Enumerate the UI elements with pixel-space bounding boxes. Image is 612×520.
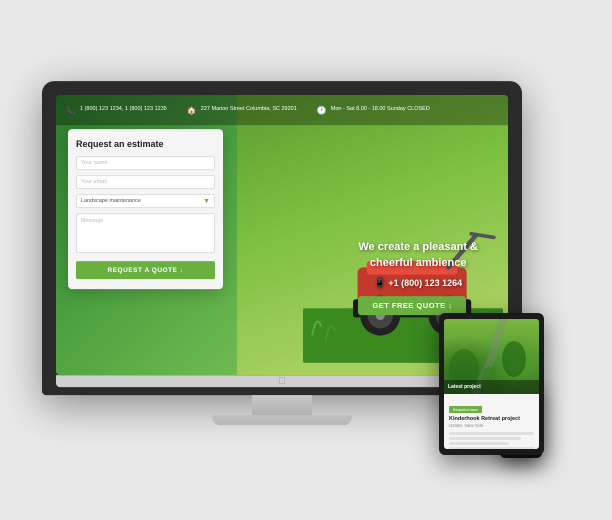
imac-base: [212, 415, 352, 425]
tablet-line-4: [449, 447, 534, 449]
apple-logo-icon: : [278, 376, 286, 387]
tablet-overlay-title: Latest project: [448, 384, 535, 390]
tablet-line-3: [449, 442, 509, 445]
form-title: Request an estimate: [76, 139, 215, 149]
select-arrow-icon: ▼: [203, 198, 210, 205]
phone-icon: 📞: [66, 106, 76, 115]
clock-icon: 🕐: [317, 106, 327, 115]
get-free-quote-label: GET FREE QUOTE ↓: [372, 301, 452, 310]
tablet-device: Latest project Beautiful lawn Kinderhook…: [439, 313, 544, 455]
request-quote-label: REQUEST A QUOTE ↓: [108, 267, 184, 274]
request-quote-button[interactable]: REQUEST A QUOTE ↓: [76, 261, 215, 279]
name-placeholder: Your name: [81, 160, 107, 166]
tablet-image-top: Latest project: [444, 319, 539, 394]
tablet-project-title: Kinderhook Retreat project: [449, 416, 534, 422]
email-placeholder: Your email: [81, 179, 107, 185]
tablet-content: Beautiful lawn Kinderhook Retreat projec…: [444, 394, 539, 449]
nav-phone-text: 1 (800) 123 1234, 1 (800) 123 1235: [80, 107, 167, 114]
tablet-screen: Latest project Beautiful lawn Kinderhook…: [444, 319, 539, 449]
tablet-badge: Beautiful lawn: [449, 406, 482, 413]
form-email-field[interactable]: Your email: [76, 175, 215, 189]
phone-icon-overlay: 📱: [374, 277, 385, 288]
nav-hours: 🕐 Mon - Sat 8.00 - 18.00 Sunday CLOSED: [317, 106, 430, 115]
overlay-content: We create a pleasant &cheerful ambience …: [358, 240, 478, 315]
imac-neck: [252, 395, 312, 415]
nav-hours-text: Mon - Sat 8.00 - 18.00 Sunday CLOSED: [331, 107, 430, 114]
form-panel: Request an estimate Your name Your email…: [68, 129, 223, 289]
message-placeholder: Message: [81, 218, 103, 224]
scene: 📞 1 (800) 123 1234, 1 (800) 123 1235 🏠 2…: [0, 0, 612, 520]
form-service-select[interactable]: Landscape maintenance ▼: [76, 194, 215, 208]
tablet-line-2: [449, 437, 521, 440]
nav-address-text: 227 Marion Street Columbia, SC 29201: [201, 107, 297, 114]
overlay-phone-number: +1 (800) 123 1264: [388, 278, 462, 288]
service-placeholder: Landscape maintenance: [81, 198, 141, 204]
tablet-line-1: [449, 432, 534, 435]
tablet-overlay: Latest project: [444, 380, 539, 394]
overlay-tagline: We create a pleasant &cheerful ambience: [358, 240, 478, 271]
form-message-textarea[interactable]: Message: [76, 213, 215, 253]
address-icon: 🏠: [187, 106, 197, 115]
tablet-project-location: Ustate, New York: [449, 423, 534, 428]
site-nav: 📞 1 (800) 123 1234, 1 (800) 123 1235 🏠 2…: [56, 95, 508, 125]
nav-address: 🏠 227 Marion Street Columbia, SC 29201: [187, 106, 297, 115]
form-name-field[interactable]: Your name: [76, 156, 215, 170]
tablet-outer: Latest project Beautiful lawn Kinderhook…: [439, 313, 544, 455]
overlay-phone: 📱 +1 (800) 123 1264: [358, 277, 478, 288]
nav-phone: 📞 1 (800) 123 1234, 1 (800) 123 1235: [66, 106, 167, 115]
tablet-text-lines: [449, 432, 534, 449]
